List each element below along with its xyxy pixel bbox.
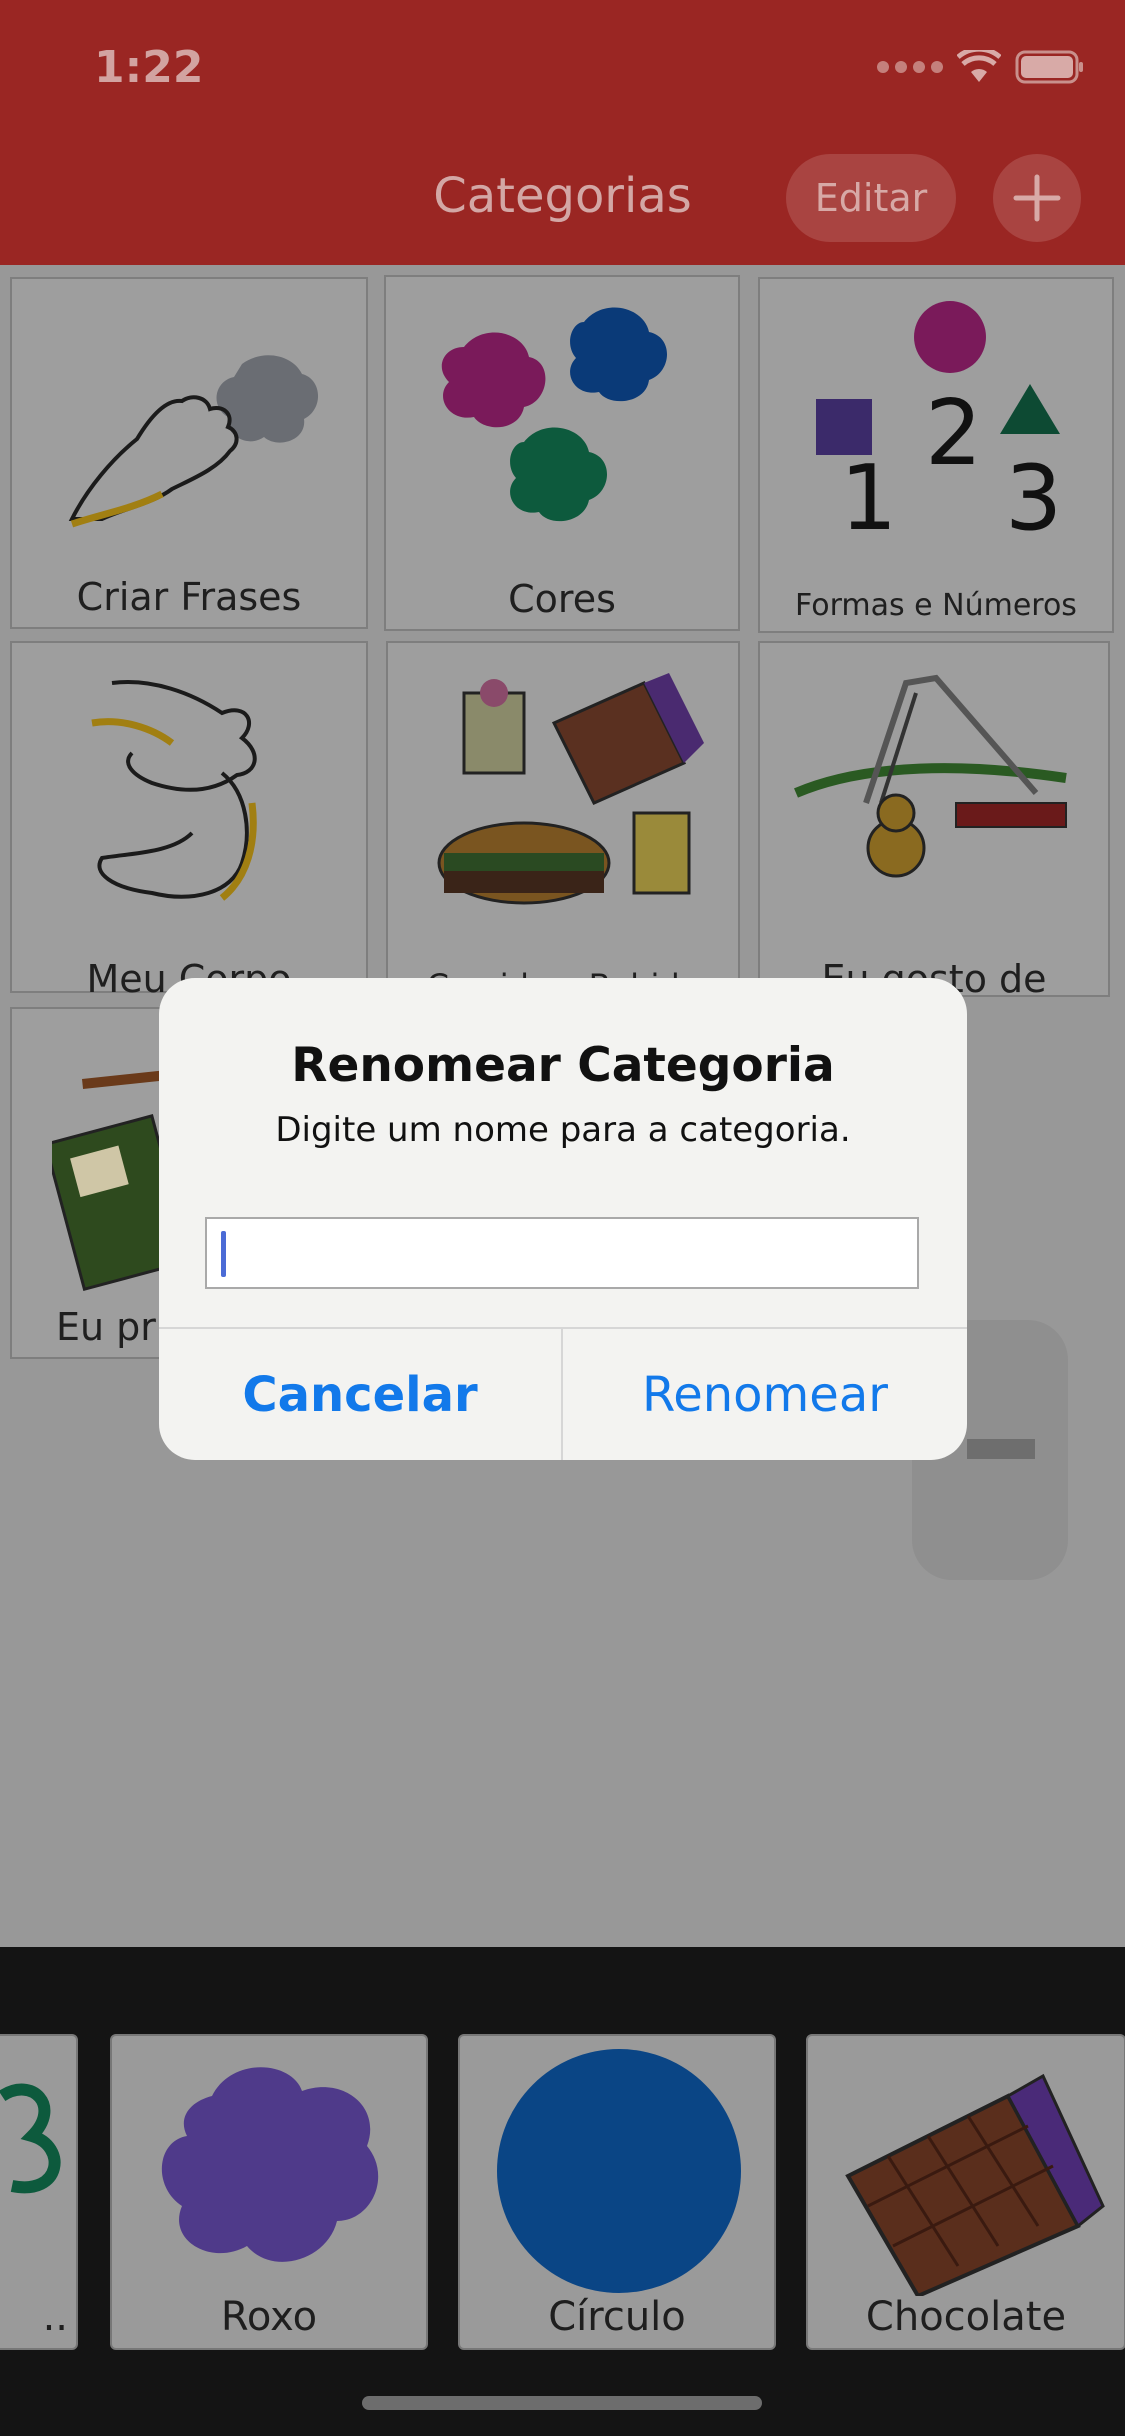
category-name-input[interactable] [205, 1217, 919, 1289]
svg-text:3: 3 [1005, 446, 1062, 551]
battery-icon [1015, 50, 1083, 84]
page-title: Categorias [433, 168, 692, 224]
blue-circle-icon [497, 2049, 741, 2293]
category-tile-criar-frases[interactable]: Criar Frases [10, 277, 368, 629]
category-tile-eu-gosto-de[interactable]: Eu gosto de [758, 641, 1110, 1001]
rename-category-dialog: Renomear Categoria Digite um nome para a… [159, 978, 967, 1460]
hand-foot-icon [91, 680, 257, 901]
playground-icon [794, 674, 1067, 878]
strip-item-label: Chocolate [865, 2294, 1067, 2340]
text-caret [221, 1231, 226, 1277]
shapes-numbers-icon: 1 2 3 [816, 301, 1062, 551]
category-label: Criar Frases [76, 575, 302, 619]
signal-icon [877, 61, 943, 73]
purple-blob-icon [161, 2067, 379, 2262]
dialog-message: Digite um nome para a categoria. [275, 1110, 851, 1150]
strip-item-label: .. [42, 2294, 68, 2340]
category-label: Cores [508, 577, 616, 621]
add-category-button[interactable] [993, 154, 1081, 242]
status-icons [877, 50, 1085, 84]
status-time: 1:22 [94, 42, 204, 93]
navigation-header: 1:22 Categorias Editar [0, 0, 1125, 265]
svg-text:1: 1 [840, 446, 897, 551]
strip-item-roxo[interactable]: Roxo [110, 2034, 428, 2350]
category-label: Formas e Números [795, 588, 1077, 623]
category-tile-meu-corpo[interactable]: Meu Corpo [10, 641, 368, 1001]
minus-icon [967, 1439, 1035, 1459]
strip-item-number[interactable]: .. [0, 2034, 78, 2350]
category-tile-cores[interactable]: Cores [384, 275, 740, 631]
edit-button[interactable]: Editar [786, 154, 956, 242]
cancel-button[interactable]: Cancelar [159, 1329, 561, 1460]
food-drink-icon [437, 673, 704, 905]
chocolate-icon [845, 2073, 1105, 2296]
strip-item-label: Círculo [548, 2294, 686, 2340]
notebook-icon [52, 1069, 172, 1292]
number-3-icon [0, 2083, 61, 2194]
dialog-title: Renomear Categoria [291, 1038, 835, 1093]
strip-item-circulo[interactable]: Círculo [458, 2034, 776, 2350]
strip-item-label: Roxo [220, 2294, 318, 2340]
wifi-icon [957, 50, 1001, 82]
category-tile-formas-numeros[interactable]: 1 2 3 Formas e Números [758, 277, 1114, 633]
hand-stone-icon [68, 355, 319, 528]
svg-text:2: 2 [925, 381, 982, 486]
color-blobs-icon [441, 307, 668, 522]
strip-item-chocolate[interactable]: Chocolate [806, 2034, 1125, 2350]
rename-button[interactable]: Renomear [563, 1329, 967, 1460]
plus-icon [1013, 174, 1061, 222]
category-tile-comida-bebida[interactable]: Comida e Bebida [386, 641, 740, 1005]
home-indicator[interactable] [362, 2396, 762, 2410]
